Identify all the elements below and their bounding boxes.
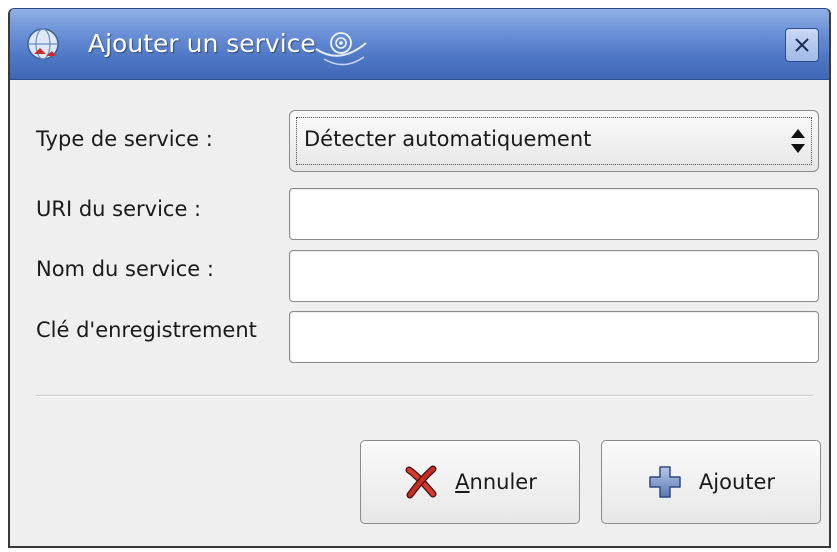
registration-key-input[interactable] xyxy=(289,311,819,363)
service-type-label: Type de service : xyxy=(36,127,213,151)
title-bar[interactable]: Ajouter un service xyxy=(10,9,829,80)
add-button[interactable]: Ajouter xyxy=(601,440,821,524)
registration-key-label: Clé d'enregistrement xyxy=(36,318,257,342)
service-name-label: Nom du service : xyxy=(36,257,214,281)
add-plus-icon xyxy=(649,466,681,498)
cancel-mnemonic: A xyxy=(455,470,470,494)
cancel-button-label: Annuler xyxy=(455,470,537,494)
service-type-value: Détecter automatiquement xyxy=(304,127,592,151)
close-icon xyxy=(795,38,809,52)
dialog-body: Type de service : Détecter automatiqueme… xyxy=(10,80,829,546)
cancel-label-rest: nnuler xyxy=(469,470,537,494)
service-uri-input[interactable] xyxy=(289,188,819,240)
swirl-logo-icon xyxy=(315,32,367,66)
add-button-label: Ajouter xyxy=(698,470,776,494)
service-name-input[interactable] xyxy=(289,250,819,302)
service-uri-label: URI du service : xyxy=(36,197,202,221)
up-down-arrows-icon xyxy=(791,129,805,153)
globe-icon xyxy=(27,28,59,60)
separator xyxy=(36,395,813,397)
service-type-select[interactable]: Détecter automatiquement xyxy=(289,110,819,172)
add-service-dialog: Ajouter un service Type de service : Dét… xyxy=(8,8,831,548)
cancel-x-icon xyxy=(405,465,437,499)
close-button[interactable] xyxy=(785,28,819,62)
window-title: Ajouter un service xyxy=(88,29,316,58)
cancel-button[interactable]: Annuler xyxy=(360,440,580,524)
